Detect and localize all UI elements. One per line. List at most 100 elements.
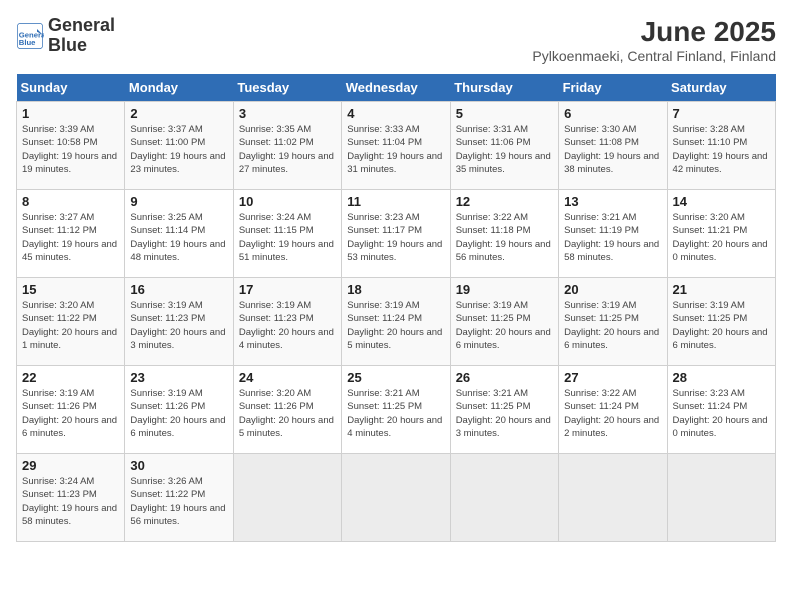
day-detail: Sunrise: 3:24 AM Sunset: 11:23 PM Daylig… [22, 475, 119, 528]
day-number: 11 [347, 194, 444, 209]
day-detail: Sunrise: 3:20 AM Sunset: 11:21 PM Daylig… [673, 211, 770, 264]
day-cell-5: 5 Sunrise: 3:31 AM Sunset: 11:06 PM Dayl… [450, 102, 558, 190]
day-number: 5 [456, 106, 553, 121]
day-detail: Sunrise: 3:19 AM Sunset: 11:24 PM Daylig… [347, 299, 444, 352]
day-detail: Sunrise: 3:37 AM Sunset: 11:00 PM Daylig… [130, 123, 227, 176]
day-cell-22: 22 Sunrise: 3:19 AM Sunset: 11:26 PM Day… [17, 366, 125, 454]
day-number: 7 [673, 106, 770, 121]
day-detail: Sunrise: 3:21 AM Sunset: 11:25 PM Daylig… [347, 387, 444, 440]
day-detail: Sunrise: 3:39 AM Sunset: 10:58 PM Daylig… [22, 123, 119, 176]
day-detail: Sunrise: 3:19 AM Sunset: 11:26 PM Daylig… [130, 387, 227, 440]
day-cell-20: 20 Sunrise: 3:19 AM Sunset: 11:25 PM Day… [559, 278, 667, 366]
week-row-5: 29 Sunrise: 3:24 AM Sunset: 11:23 PM Day… [17, 454, 776, 542]
day-cell-4: 4 Sunrise: 3:33 AM Sunset: 11:04 PM Dayl… [342, 102, 450, 190]
weekday-header-wednesday: Wednesday [342, 74, 450, 102]
logo: General Blue General Blue [16, 16, 115, 56]
day-number: 21 [673, 282, 770, 297]
header: General Blue General Blue June 2025 Pylk… [16, 16, 776, 64]
day-detail: Sunrise: 3:20 AM Sunset: 11:22 PM Daylig… [22, 299, 119, 352]
day-number: 28 [673, 370, 770, 385]
day-number: 17 [239, 282, 336, 297]
day-number: 27 [564, 370, 661, 385]
day-cell-30: 30 Sunrise: 3:26 AM Sunset: 11:22 PM Day… [125, 454, 233, 542]
day-detail: Sunrise: 3:23 AM Sunset: 11:17 PM Daylig… [347, 211, 444, 264]
weekday-header-monday: Monday [125, 74, 233, 102]
day-number: 26 [456, 370, 553, 385]
day-number: 20 [564, 282, 661, 297]
day-cell-18: 18 Sunrise: 3:19 AM Sunset: 11:24 PM Day… [342, 278, 450, 366]
day-number: 25 [347, 370, 444, 385]
day-number: 6 [564, 106, 661, 121]
day-cell-21: 21 Sunrise: 3:19 AM Sunset: 11:25 PM Day… [667, 278, 775, 366]
day-cell-11: 11 Sunrise: 3:23 AM Sunset: 11:17 PM Day… [342, 190, 450, 278]
day-detail: Sunrise: 3:21 AM Sunset: 11:19 PM Daylig… [564, 211, 661, 264]
day-detail: Sunrise: 3:19 AM Sunset: 11:25 PM Daylig… [673, 299, 770, 352]
weekday-header-sunday: Sunday [17, 74, 125, 102]
empty-cell [233, 454, 341, 542]
day-number: 10 [239, 194, 336, 209]
day-cell-14: 14 Sunrise: 3:20 AM Sunset: 11:21 PM Day… [667, 190, 775, 278]
day-detail: Sunrise: 3:19 AM Sunset: 11:26 PM Daylig… [22, 387, 119, 440]
day-cell-2: 2 Sunrise: 3:37 AM Sunset: 11:00 PM Dayl… [125, 102, 233, 190]
day-number: 15 [22, 282, 119, 297]
day-cell-16: 16 Sunrise: 3:19 AM Sunset: 11:23 PM Day… [125, 278, 233, 366]
day-number: 4 [347, 106, 444, 121]
calendar-title: June 2025 [532, 16, 776, 48]
day-cell-28: 28 Sunrise: 3:23 AM Sunset: 11:24 PM Day… [667, 366, 775, 454]
day-cell-10: 10 Sunrise: 3:24 AM Sunset: 11:15 PM Day… [233, 190, 341, 278]
day-detail: Sunrise: 3:26 AM Sunset: 11:22 PM Daylig… [130, 475, 227, 528]
day-detail: Sunrise: 3:24 AM Sunset: 11:15 PM Daylig… [239, 211, 336, 264]
day-detail: Sunrise: 3:22 AM Sunset: 11:18 PM Daylig… [456, 211, 553, 264]
week-row-2: 8 Sunrise: 3:27 AM Sunset: 11:12 PM Dayl… [17, 190, 776, 278]
empty-cell [667, 454, 775, 542]
day-number: 9 [130, 194, 227, 209]
day-cell-13: 13 Sunrise: 3:21 AM Sunset: 11:19 PM Day… [559, 190, 667, 278]
day-cell-25: 25 Sunrise: 3:21 AM Sunset: 11:25 PM Day… [342, 366, 450, 454]
logo-line1: General [48, 15, 115, 35]
svg-text:Blue: Blue [19, 38, 36, 47]
day-cell-29: 29 Sunrise: 3:24 AM Sunset: 11:23 PM Day… [17, 454, 125, 542]
day-cell-8: 8 Sunrise: 3:27 AM Sunset: 11:12 PM Dayl… [17, 190, 125, 278]
day-detail: Sunrise: 3:27 AM Sunset: 11:12 PM Daylig… [22, 211, 119, 264]
calendar-table: SundayMondayTuesdayWednesdayThursdayFrid… [16, 74, 776, 542]
logo-icon: General Blue [16, 22, 44, 50]
weekday-header-tuesday: Tuesday [233, 74, 341, 102]
day-cell-17: 17 Sunrise: 3:19 AM Sunset: 11:23 PM Day… [233, 278, 341, 366]
weekday-header-row: SundayMondayTuesdayWednesdayThursdayFrid… [17, 74, 776, 102]
day-number: 23 [130, 370, 227, 385]
day-number: 22 [22, 370, 119, 385]
day-cell-9: 9 Sunrise: 3:25 AM Sunset: 11:14 PM Dayl… [125, 190, 233, 278]
day-detail: Sunrise: 3:19 AM Sunset: 11:23 PM Daylig… [239, 299, 336, 352]
calendar-subtitle: Pylkoenmaeki, Central Finland, Finland [532, 48, 776, 64]
day-number: 19 [456, 282, 553, 297]
day-cell-27: 27 Sunrise: 3:22 AM Sunset: 11:24 PM Day… [559, 366, 667, 454]
empty-cell [559, 454, 667, 542]
day-cell-1: 1 Sunrise: 3:39 AM Sunset: 10:58 PM Dayl… [17, 102, 125, 190]
day-cell-6: 6 Sunrise: 3:30 AM Sunset: 11:08 PM Dayl… [559, 102, 667, 190]
day-number: 14 [673, 194, 770, 209]
day-detail: Sunrise: 3:21 AM Sunset: 11:25 PM Daylig… [456, 387, 553, 440]
day-number: 29 [22, 458, 119, 473]
day-number: 16 [130, 282, 227, 297]
week-row-3: 15 Sunrise: 3:20 AM Sunset: 11:22 PM Day… [17, 278, 776, 366]
weekday-header-thursday: Thursday [450, 74, 558, 102]
day-detail: Sunrise: 3:20 AM Sunset: 11:26 PM Daylig… [239, 387, 336, 440]
logo-text: General Blue [48, 16, 115, 56]
day-number: 8 [22, 194, 119, 209]
day-number: 3 [239, 106, 336, 121]
day-number: 12 [456, 194, 553, 209]
day-detail: Sunrise: 3:31 AM Sunset: 11:06 PM Daylig… [456, 123, 553, 176]
day-detail: Sunrise: 3:22 AM Sunset: 11:24 PM Daylig… [564, 387, 661, 440]
day-cell-19: 19 Sunrise: 3:19 AM Sunset: 11:25 PM Day… [450, 278, 558, 366]
day-detail: Sunrise: 3:30 AM Sunset: 11:08 PM Daylig… [564, 123, 661, 176]
day-detail: Sunrise: 3:23 AM Sunset: 11:24 PM Daylig… [673, 387, 770, 440]
day-number: 18 [347, 282, 444, 297]
week-row-1: 1 Sunrise: 3:39 AM Sunset: 10:58 PM Dayl… [17, 102, 776, 190]
day-cell-15: 15 Sunrise: 3:20 AM Sunset: 11:22 PM Day… [17, 278, 125, 366]
day-cell-12: 12 Sunrise: 3:22 AM Sunset: 11:18 PM Day… [450, 190, 558, 278]
day-detail: Sunrise: 3:25 AM Sunset: 11:14 PM Daylig… [130, 211, 227, 264]
day-detail: Sunrise: 3:35 AM Sunset: 11:02 PM Daylig… [239, 123, 336, 176]
logo-line2: Blue [48, 35, 87, 55]
day-detail: Sunrise: 3:19 AM Sunset: 11:23 PM Daylig… [130, 299, 227, 352]
day-detail: Sunrise: 3:19 AM Sunset: 11:25 PM Daylig… [456, 299, 553, 352]
